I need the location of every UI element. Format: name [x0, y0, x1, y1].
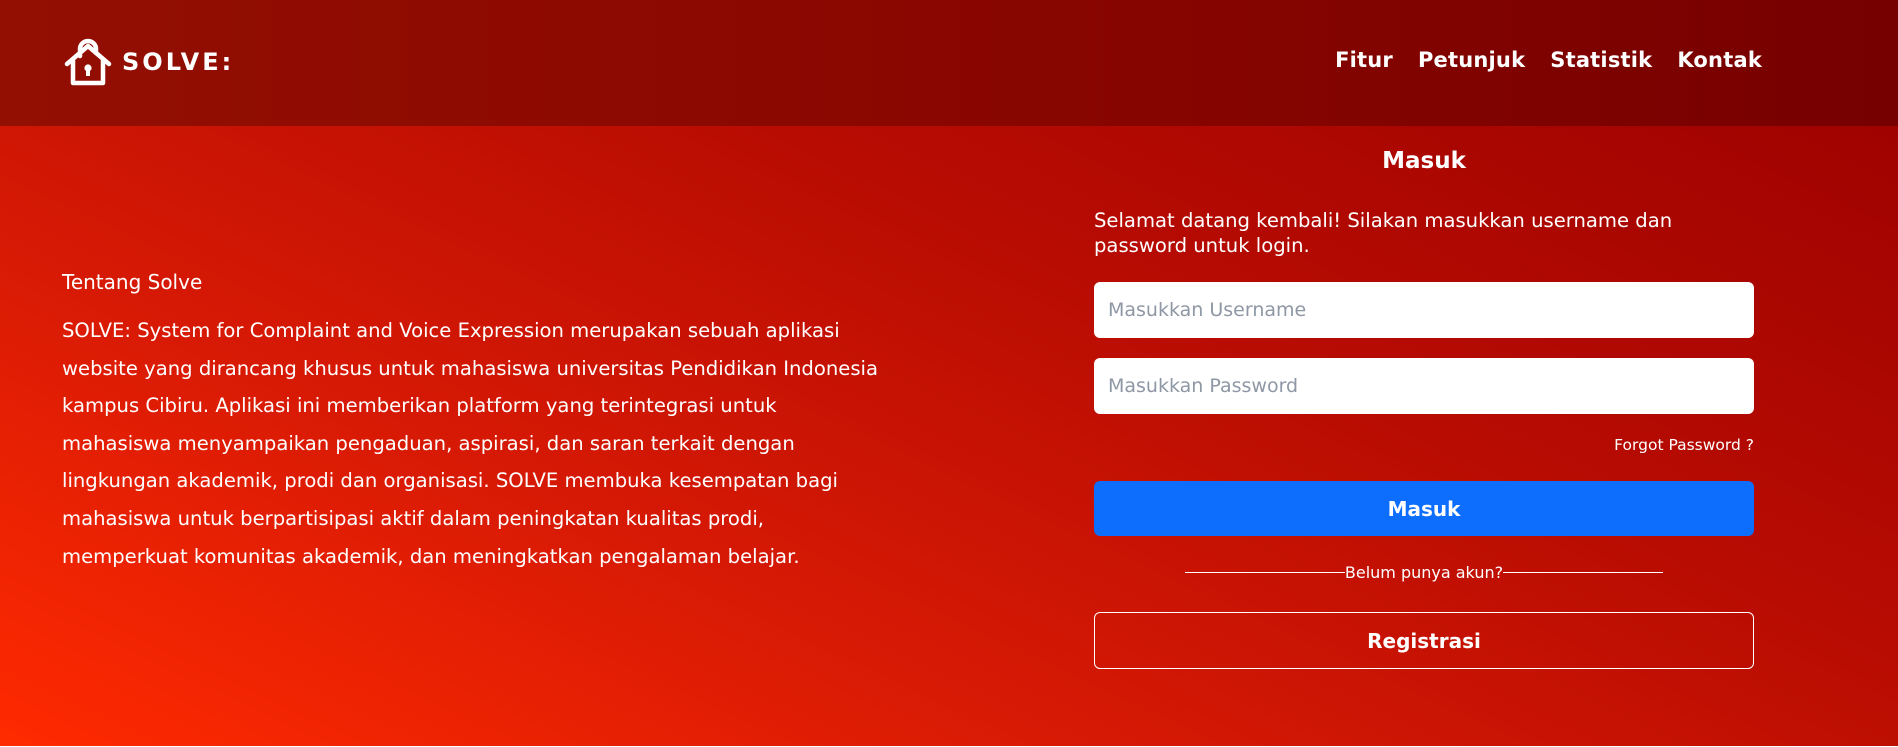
login-title: Masuk — [1382, 148, 1466, 174]
password-input[interactable] — [1094, 358, 1754, 414]
divider-line-left — [1184, 571, 1345, 573]
page: SOLVE: Fitur Petunjuk Statistik Kontak T… — [0, 0, 1898, 747]
about-title: Tentang Solve — [62, 270, 203, 294]
divider-line-right — [1503, 571, 1664, 573]
username-input[interactable] — [1094, 282, 1754, 338]
login-button[interactable]: Masuk — [1094, 481, 1754, 536]
brand-link[interactable]: SOLVE: — [64, 36, 234, 88]
brand-name: SOLVE: — [122, 48, 235, 76]
nav-item-petunjuk[interactable]: Petunjuk — [1418, 48, 1525, 72]
house-lock-icon — [64, 38, 112, 86]
nav-item-kontak[interactable]: Kontak — [1677, 48, 1762, 72]
main-nav: Fitur Petunjuk Statistik Kontak — [1335, 48, 1762, 72]
about-section: Tentang Solve SOLVE: System for Complain… — [62, 270, 882, 575]
divider-text: Belum punya akun? — [1344, 562, 1504, 582]
nav-item-fitur[interactable]: Fitur — [1335, 48, 1393, 72]
forgot-password-link[interactable]: Forgot Password ? — [1094, 436, 1754, 454]
navbar: SOLVE: Fitur Petunjuk Statistik Kontak — [0, 0, 1898, 126]
login-form: Masuk Selamat datang kembali! Silakan ma… — [1094, 148, 1754, 669]
register-button[interactable]: Registrasi — [1094, 612, 1754, 669]
nav-item-statistik[interactable]: Statistik — [1550, 48, 1652, 72]
login-intro: Selamat datang kembali! Silakan masukkan… — [1094, 209, 1673, 257]
about-description: SOLVE: System for Complaint and Voice Ex… — [62, 319, 878, 568]
hero-section: SOLVE: Fitur Petunjuk Statistik Kontak T… — [0, 0, 1898, 746]
register-divider: Belum punya akun? — [1094, 562, 1754, 582]
